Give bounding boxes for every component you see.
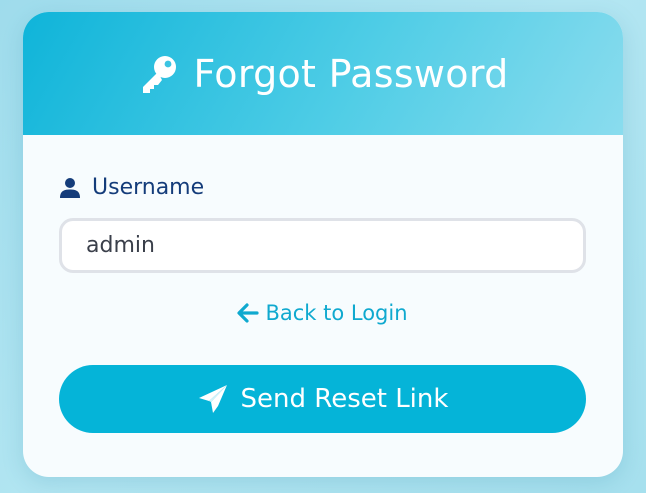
back-to-login-link[interactable]: Back to Login	[59, 301, 586, 325]
send-reset-link-button[interactable]: Send Reset Link	[59, 365, 586, 433]
username-label-row: Username	[59, 175, 587, 200]
arrow-left-icon	[237, 302, 260, 324]
send-reset-link-label: Send Reset Link	[240, 384, 449, 414]
page-title: Forgot Password	[193, 51, 509, 96]
paper-plane-icon	[197, 383, 229, 415]
user-icon	[59, 177, 81, 199]
key-icon	[137, 52, 181, 96]
forgot-password-card: Forgot Password Username Back to Login	[23, 12, 623, 477]
username-label: Username	[92, 175, 205, 200]
username-input[interactable]	[59, 218, 586, 273]
card-header: Forgot Password	[23, 12, 623, 135]
back-to-login-label: Back to Login	[265, 301, 408, 325]
card-body: Username Back to Login Send Reset Link	[23, 175, 623, 433]
